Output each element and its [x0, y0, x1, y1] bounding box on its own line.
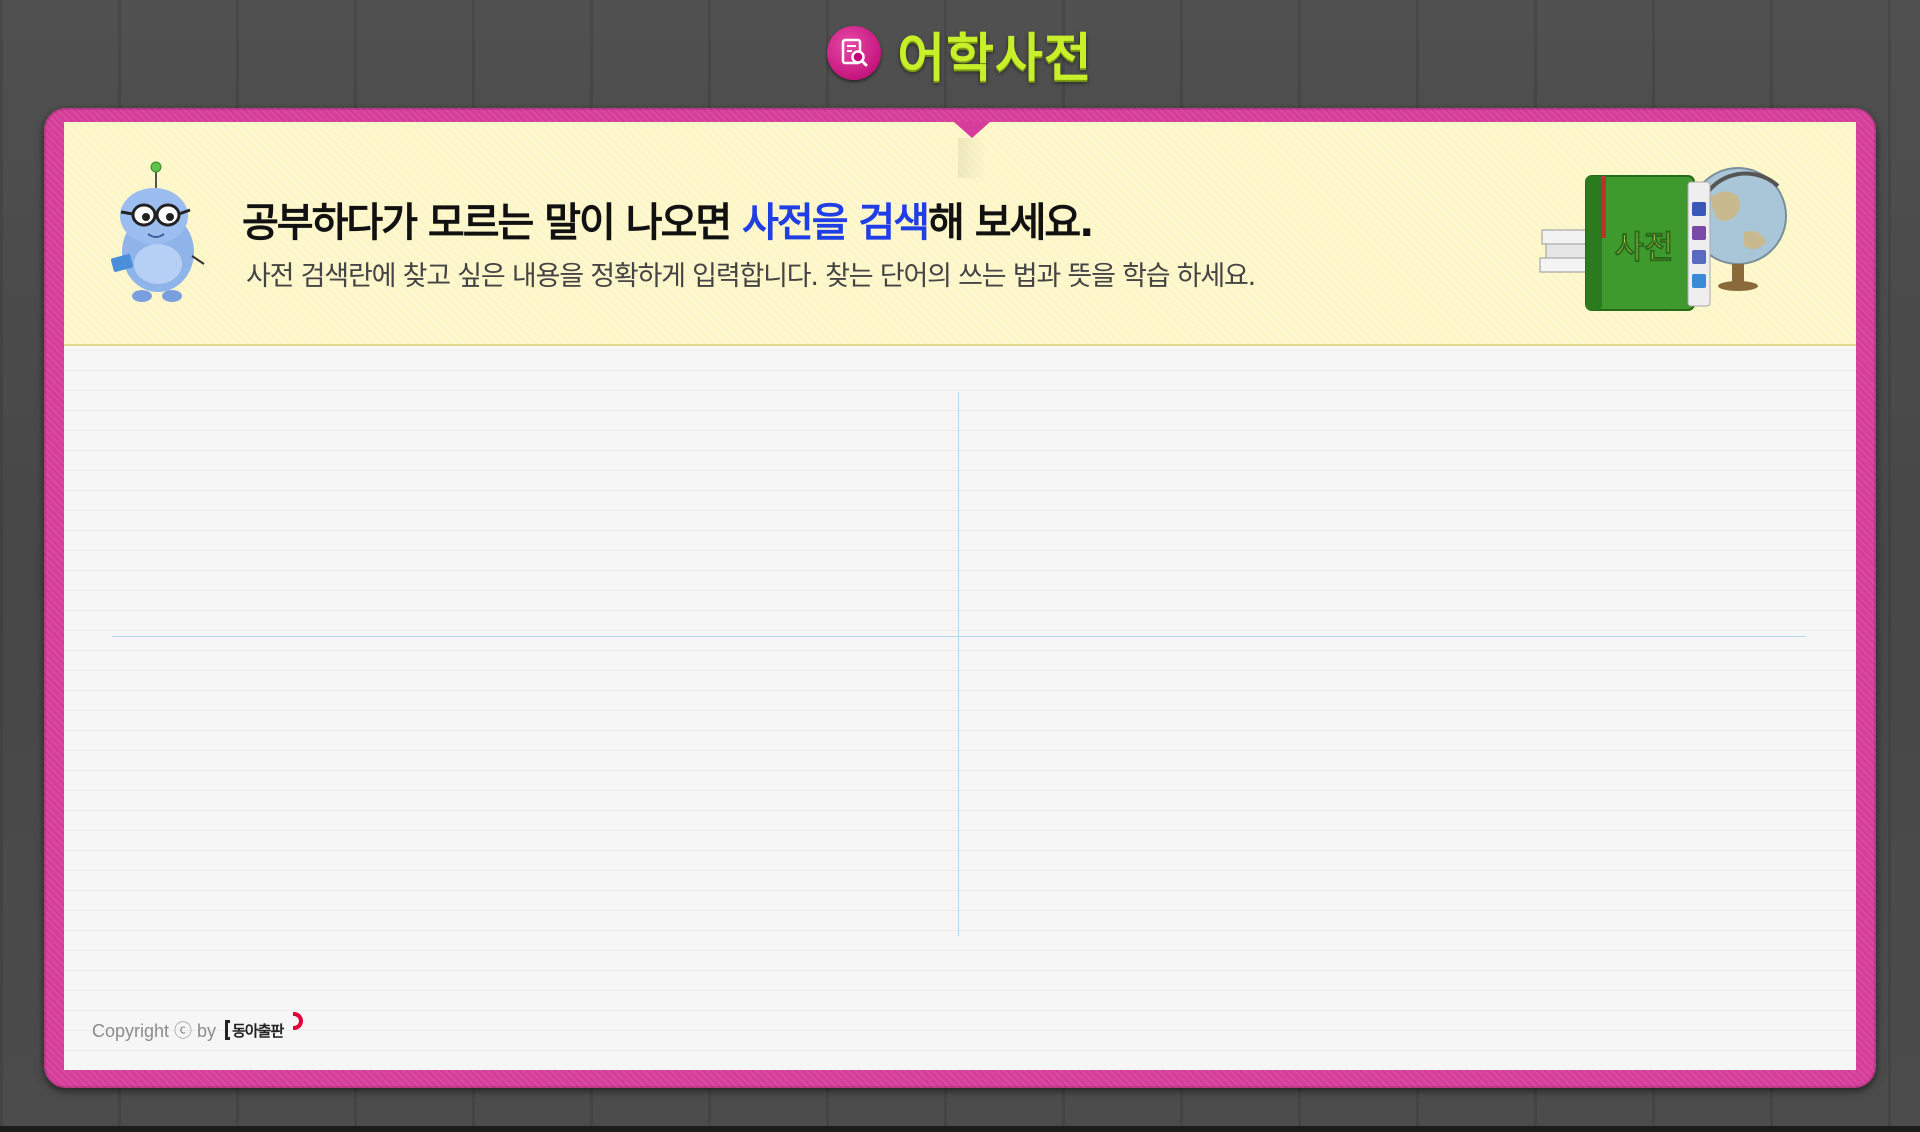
robot-mascot-icon	[110, 161, 205, 302]
copyright-text: Copyright ⓒ by	[92, 1021, 217, 1041]
guide-headline: 공부하다가 모르는 말이 나오면 사전을 검색해 보세요.	[242, 190, 1094, 248]
headline-text-end: 해 보세요.	[928, 200, 1094, 246]
quadrant-bottom-left	[112, 637, 958, 936]
book-label: 사전	[1615, 228, 1674, 266]
dictionary-book-globe-icon: 사전	[1539, 167, 1787, 311]
bookmark-notch	[954, 122, 990, 138]
guide-subline: 사전 검색란에 찾고 싶은 내용을 정확하게 입력합니다. 찾는 단어의 쓰는 …	[246, 261, 1256, 292]
page-panel: 공부하다가 모르는 말이 나오면 사전을 검색해 보세요. 사전 검색란에 찾고…	[64, 122, 1856, 1070]
page-crease	[958, 138, 986, 178]
quadrant-top-right	[959, 392, 1806, 636]
quadrant-top-left	[112, 392, 958, 636]
headline-text: 공부하다가 모르는 말이 나오면	[242, 200, 743, 246]
headline-highlight: 사전을 검색	[742, 200, 930, 246]
dictionary-search-icon[interactable]	[827, 26, 882, 80]
logo-bracket-icon	[225, 1020, 231, 1040]
copyright-footer: Copyright ⓒ by 동아출판	[92, 1012, 304, 1043]
publisher-name: 동아출판	[232, 1021, 284, 1040]
publisher-logo: 동아출판	[225, 1012, 304, 1041]
horizontal-divider	[112, 636, 1806, 637]
app-header: 어학사전	[0, 22, 1920, 89]
app-title: 어학사전	[897, 28, 1093, 89]
bottom-strip	[0, 1126, 1920, 1132]
vertical-divider	[958, 392, 959, 936]
guide-banner: 공부하다가 모르는 말이 나오면 사전을 검색해 보세요. 사전 검색란에 찾고…	[64, 122, 1856, 346]
quadrant-bottom-right	[959, 637, 1806, 936]
